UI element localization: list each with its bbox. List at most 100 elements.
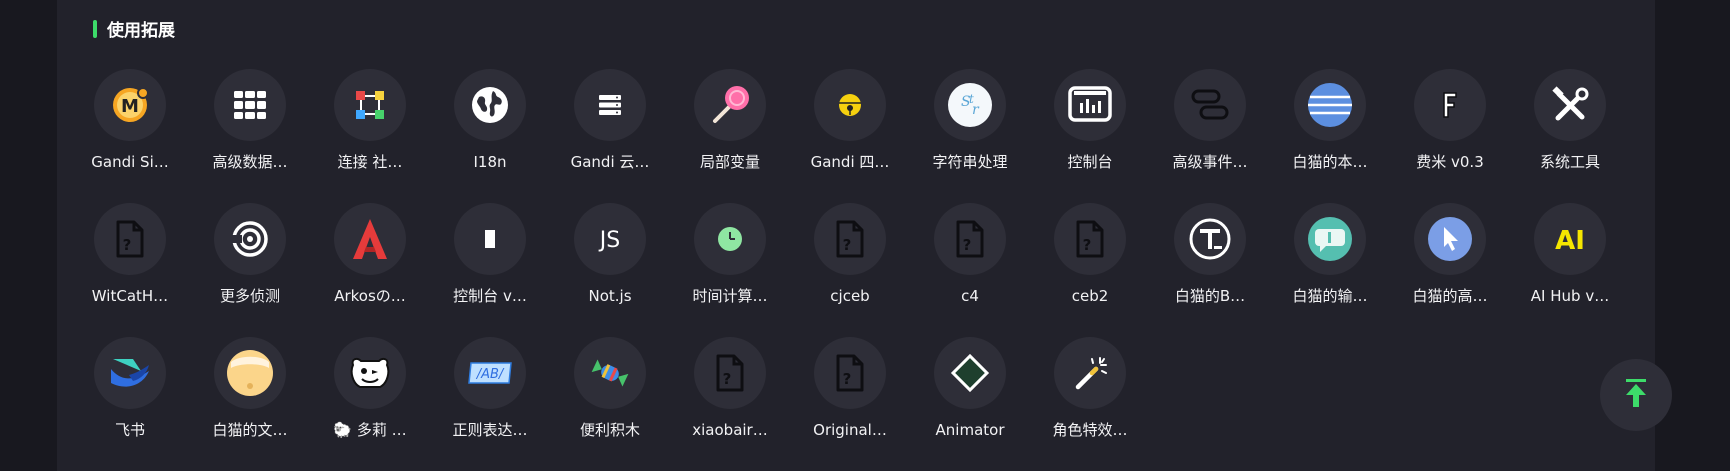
globe-icon (454, 69, 526, 141)
extension-item[interactable]: ? ceb2 (1030, 203, 1150, 306)
extension-label: AI Hub v… (1530, 287, 1610, 305)
extension-label: Gandi Si… (91, 153, 169, 171)
extension-item[interactable]: 便利积木 (550, 337, 670, 440)
m-badge-icon: M (94, 69, 166, 141)
console-bar-icon (454, 203, 526, 275)
extension-label: Animator (935, 421, 1005, 439)
extension-label: 更多侦测 (219, 287, 280, 305)
string-icon: Str (934, 69, 1006, 141)
extension-label: xiaobair… (692, 421, 768, 439)
tools-icon (1534, 69, 1606, 141)
regex-icon: /AB/ (454, 337, 526, 409)
extension-label: WitCatH… (91, 287, 169, 305)
svg-text:?: ? (843, 236, 852, 254)
bell-icon (814, 69, 886, 141)
svg-text:?: ? (1083, 236, 1092, 254)
extension-item[interactable]: JS Not.js (550, 203, 670, 306)
extension-item[interactable]: 飞书 (70, 337, 190, 440)
extension-item[interactable]: 控制台 v… (430, 203, 550, 306)
extension-item[interactable]: 局部变量 (670, 69, 790, 172)
extension-item[interactable]: 白猫的输… (1270, 203, 1390, 306)
extension-label: c4 (961, 287, 979, 305)
extension-item[interactable]: 更多侦测 (190, 203, 310, 306)
extension-item[interactable]: 时间计算… (670, 203, 790, 306)
extension-item[interactable]: Gandi 四… (790, 69, 910, 172)
extension-item[interactable]: 白猫的文… (190, 337, 310, 440)
svg-text:M: M (121, 96, 139, 117)
extension-label: Arkosの… (334, 287, 406, 305)
extension-label: 控制台 v… (453, 287, 527, 305)
extension-label: Not.js (588, 287, 632, 305)
extension-label: 角色特效… (1052, 421, 1128, 439)
extension-item[interactable]: ? WitCatH… (70, 203, 190, 306)
extension-item[interactable]: 高级数据… (190, 69, 310, 172)
section-header: 使用拓展 (93, 16, 175, 41)
feishu-icon (94, 337, 166, 409)
extension-item[interactable]: 费米 v0.3 (1390, 69, 1510, 172)
extension-item[interactable]: /AB/ 正则表达… (430, 337, 550, 440)
extension-item[interactable]: Gandi 云… (550, 69, 670, 172)
magic-wand-icon (1054, 337, 1126, 409)
extension-label: 系统工具 (1539, 153, 1600, 171)
extension-item[interactable]: I18n (430, 69, 550, 172)
extension-label: 费米 v0.3 (1416, 153, 1484, 171)
scroll-to-top-button[interactable] (1600, 359, 1672, 431)
grid-icon (214, 69, 286, 141)
input-bubble-icon (1294, 203, 1366, 275)
extension-item[interactable]: ? c4 (910, 203, 1030, 306)
extension-label: Gandi 云… (570, 153, 650, 171)
extension-item[interactable]: M Gandi Si… (70, 69, 190, 172)
extension-label: 高级事件… (1172, 153, 1248, 171)
unknown-file-icon: ? (1054, 203, 1126, 275)
candy-icon (574, 337, 646, 409)
ai-icon: AI (1534, 203, 1606, 275)
event-blocks-icon (1174, 69, 1246, 141)
extension-item[interactable]: 白猫的高… (1390, 203, 1510, 306)
unknown-file-icon: ? (814, 337, 886, 409)
extension-item[interactable]: 高级事件… (1150, 69, 1270, 172)
extension-item[interactable]: Str 字符串处理 (910, 69, 1030, 172)
extension-label: 白猫的输… (1292, 287, 1368, 305)
svg-text:/AB/: /AB/ (476, 367, 505, 382)
extension-label: 时间计算… (692, 287, 768, 305)
extension-item[interactable]: 连接 社… (310, 69, 430, 172)
text-t-icon (1174, 203, 1246, 275)
extension-item[interactable]: Arkosの… (310, 203, 430, 306)
server-icon (574, 69, 646, 141)
svg-text:?: ? (843, 370, 852, 388)
arrow-up-icon (1624, 377, 1648, 414)
extension-item[interactable]: Animator (910, 337, 1030, 440)
extension-item[interactable]: 控制台 (1030, 69, 1150, 172)
svg-text:AI: AI (1555, 226, 1585, 255)
extension-item[interactable]: 白猫的B… (1150, 203, 1270, 306)
extension-item[interactable]: ? Original… (790, 337, 910, 440)
console-chart-icon (1054, 69, 1126, 141)
extension-label: 便利积木 (579, 421, 640, 439)
connect-nodes-icon (334, 69, 406, 141)
extension-label: 白猫的B… (1174, 287, 1246, 305)
extension-item[interactable]: ? xiaobair… (670, 337, 790, 440)
extension-item[interactable]: AI AI Hub v… (1510, 203, 1630, 306)
database-icon (1294, 69, 1366, 141)
svg-text:?: ? (123, 236, 132, 254)
unknown-file-icon: ? (694, 337, 766, 409)
extension-item[interactable]: ? cjceb (790, 203, 910, 306)
extension-item[interactable]: 角色特效… (1030, 337, 1150, 440)
extension-label: 白猫的本… (1292, 153, 1368, 171)
extension-item[interactable]: 系统工具 (1510, 69, 1630, 172)
detect-spiral-icon (214, 203, 286, 275)
extension-label: 白猫的高… (1412, 287, 1488, 305)
accent-bar (93, 19, 97, 38)
extension-item[interactable]: 白猫的本… (1270, 69, 1390, 172)
svg-text:?: ? (963, 236, 972, 254)
extension-label: 字符串处理 (932, 153, 1008, 171)
extension-label: 正则表达… (452, 421, 528, 439)
extension-item[interactable]: 🐑 多莉 … (310, 337, 430, 440)
extension-label: Original… (813, 421, 887, 439)
fermi-f-icon (1414, 69, 1486, 141)
extension-label: 🐑 多莉 … (333, 421, 407, 439)
clock-icon (694, 203, 766, 275)
extension-label: cjceb (830, 287, 870, 305)
section-title: 使用拓展 (107, 21, 175, 41)
js-text-icon: JS (574, 203, 646, 275)
